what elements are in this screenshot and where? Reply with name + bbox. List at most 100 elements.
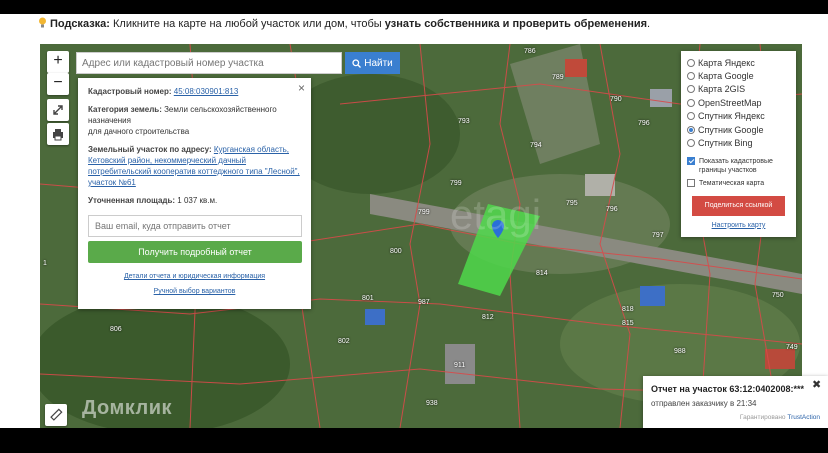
lightbulb-icon bbox=[39, 17, 46, 28]
plot-label: 794 bbox=[530, 142, 542, 149]
guarantee-text: Гарантировано bbox=[739, 414, 788, 421]
plot-label: 796 bbox=[606, 206, 618, 213]
search-icon bbox=[352, 58, 362, 68]
bottom-black-bar bbox=[0, 428, 828, 453]
domclick-watermark: Домклик bbox=[82, 397, 173, 419]
plot-label: 786 bbox=[524, 48, 536, 55]
screen: Подсказка: Кликните на карте на любой уч… bbox=[0, 0, 828, 453]
etagi-watermark: etagi bbox=[450, 191, 541, 238]
radio-icon bbox=[687, 72, 695, 81]
plot-label: 988 bbox=[674, 348, 686, 355]
notification-title: Отчет на участок 63:12:0402008:*** bbox=[651, 384, 804, 394]
cadastral-number-link[interactable]: 45:08:030901:813 bbox=[174, 87, 239, 96]
plot-label: 789 bbox=[552, 74, 564, 81]
report-notification: Отчет на участок 63:12:0402008:*** отпра… bbox=[643, 376, 828, 428]
plot-label: 796 bbox=[638, 120, 650, 127]
search-input[interactable] bbox=[76, 52, 342, 74]
checkbox-checked-icon bbox=[687, 156, 695, 165]
thematic-label: Тематическая карта bbox=[699, 179, 765, 187]
plot-label: 911 bbox=[454, 362, 466, 369]
email-field[interactable] bbox=[88, 215, 302, 237]
layer-option[interactable]: Спутник Яндекс bbox=[687, 110, 790, 123]
plot-info-panel: × Кадастровый номер: 45:08:030901:813 Ка… bbox=[78, 78, 311, 309]
plot-label: 797 bbox=[652, 232, 664, 239]
plot-label: 806 bbox=[110, 326, 122, 333]
configure-map-link[interactable]: Настроить карту bbox=[687, 222, 790, 229]
layer-option[interactable]: Карта 2GIS bbox=[687, 83, 790, 96]
hint-label: Подсказка: bbox=[50, 18, 110, 30]
radio-icon bbox=[687, 139, 695, 148]
plot-label: 795 bbox=[566, 200, 578, 207]
plot-label: 750 bbox=[772, 292, 784, 299]
plot-label: 749 bbox=[786, 344, 798, 351]
address-row: Земельный участок по адресу: Курганская … bbox=[88, 144, 301, 188]
printer-icon bbox=[53, 129, 63, 141]
close-icon[interactable]: × bbox=[298, 81, 305, 95]
layer-label: Спутник Bing bbox=[698, 138, 753, 149]
notification-guarantee: Гарантировано TrustAction bbox=[651, 414, 820, 421]
area-label: Уточненная площадь: bbox=[88, 196, 176, 205]
category-value-2: для дачного строительства bbox=[88, 127, 190, 136]
area-row: Уточненная площадь: 1 037 кв.м. bbox=[88, 195, 301, 206]
top-black-bar bbox=[0, 0, 828, 14]
checkbox-icon bbox=[687, 178, 695, 187]
map-layers-panel: Карта Яндекс Карта Google Карта 2GIS Ope… bbox=[681, 51, 796, 237]
print-button[interactable] bbox=[47, 123, 69, 145]
layer-option[interactable]: Спутник Bing bbox=[687, 136, 790, 149]
layer-label: Карта Google bbox=[698, 71, 754, 82]
layer-label: OpenStreetMap bbox=[698, 97, 762, 108]
radio-icon bbox=[687, 98, 695, 107]
radio-icon bbox=[687, 58, 695, 67]
hint-text: Кликните на карте на любой участок или д… bbox=[109, 18, 385, 30]
area-value: 1 037 кв.м. bbox=[177, 196, 218, 205]
zoom-out-button[interactable]: − bbox=[47, 73, 69, 95]
layer-option[interactable]: OpenStreetMap bbox=[687, 96, 790, 109]
radio-icon bbox=[687, 85, 695, 94]
get-report-button[interactable]: Получить подробный отчет bbox=[88, 241, 302, 263]
manual-choice-link[interactable]: Ручной выбор вариантов bbox=[88, 288, 301, 295]
share-link-button[interactable]: Поделиться ссылкой bbox=[692, 195, 785, 216]
search-button[interactable]: Найти bbox=[345, 52, 400, 74]
cadastral-row: Кадастровый номер: 45:08:030901:813 bbox=[88, 86, 301, 97]
hint-bold: узнать собственника и проверить обремене… bbox=[384, 18, 648, 30]
trustaction-link[interactable]: TrustAction bbox=[787, 414, 820, 421]
radio-selected-icon bbox=[687, 125, 695, 134]
category-row: Категория земель: Земли сельскохозяйстве… bbox=[88, 104, 301, 137]
show-borders-label: Показать кадастровые границы участков bbox=[699, 157, 773, 174]
show-borders-toggle[interactable]: Показать кадастровые границы участков bbox=[687, 156, 790, 175]
plot-label: 793 bbox=[458, 118, 470, 125]
layer-option[interactable]: Карта Яндекс bbox=[687, 56, 790, 69]
plot-label: 814 bbox=[536, 270, 548, 277]
plot-label: 790 bbox=[610, 96, 622, 103]
layer-label: Карта Яндекс bbox=[698, 57, 755, 68]
ruler-icon bbox=[50, 408, 63, 421]
category-label: Категория земель: bbox=[88, 105, 162, 114]
plot-label: 1 bbox=[43, 260, 47, 267]
radio-icon bbox=[687, 112, 695, 121]
layer-label: Спутник Google bbox=[698, 124, 764, 135]
details-link[interactable]: Детали отчета и юридическая информация bbox=[88, 273, 301, 280]
plot-label: 799 bbox=[450, 180, 462, 187]
layer-option[interactable]: Карта Google bbox=[687, 69, 790, 82]
plot-label: 800 bbox=[390, 248, 402, 255]
layer-label: Карта 2GIS bbox=[698, 84, 746, 95]
plot-label: 815 bbox=[622, 320, 634, 327]
plot-label: 801 bbox=[362, 295, 374, 302]
fullscreen-button[interactable] bbox=[47, 99, 69, 121]
layer-label: Спутник Яндекс bbox=[698, 111, 765, 122]
plot-label: 938 bbox=[426, 400, 438, 407]
hint-line: Подсказка: Кликните на карте на любой уч… bbox=[38, 17, 650, 30]
cadastral-label: Кадастровый номер: bbox=[88, 87, 172, 96]
zoom-in-button[interactable]: + bbox=[47, 51, 69, 73]
layer-option[interactable]: Спутник Google bbox=[687, 123, 790, 136]
notification-close-icon[interactable]: ✖ bbox=[812, 378, 821, 391]
expand-icon bbox=[53, 105, 63, 115]
ruler-tool-button[interactable] bbox=[45, 404, 67, 426]
plot-label: 812 bbox=[482, 314, 494, 321]
hint-end: . bbox=[647, 18, 651, 30]
address-label: Земельный участок по адресу: bbox=[88, 145, 212, 154]
notification-subtitle: отправлен заказчику в 21:34 bbox=[651, 399, 757, 408]
thematic-toggle[interactable]: Тематическая карта bbox=[687, 178, 790, 188]
plot-label: 799 bbox=[418, 209, 430, 216]
plot-label: 802 bbox=[338, 338, 350, 345]
